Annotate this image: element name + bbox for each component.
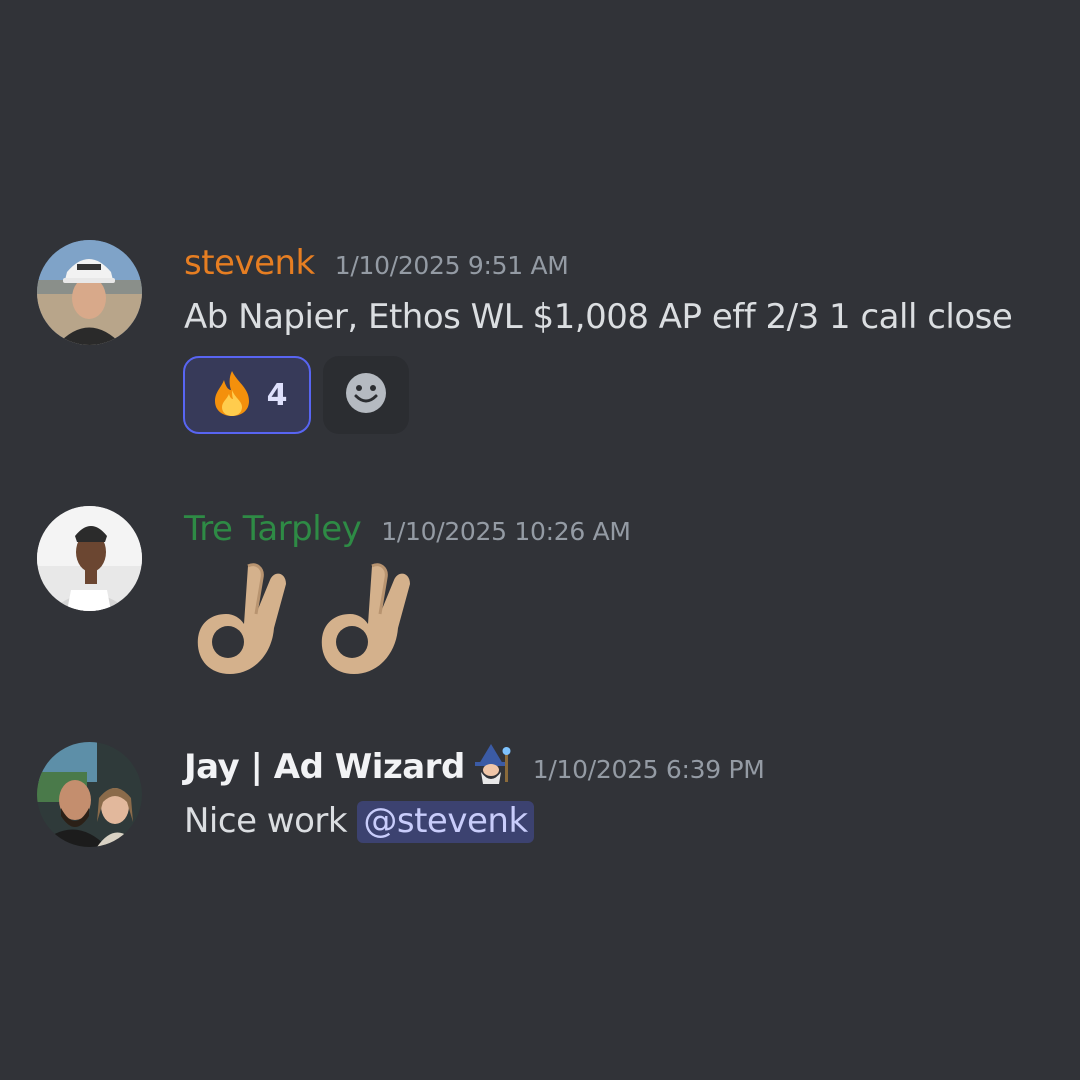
reaction-fire[interactable]: 4	[183, 356, 311, 434]
chat-messages: stevenk 1/10/2025 9:51 AM Ab Napier, Eth…	[0, 0, 1080, 1080]
username[interactable]: stevenk	[184, 240, 315, 286]
timestamp: 1/10/2025 6:39 PM	[532, 755, 765, 784]
avatar-stevenk[interactable]	[37, 240, 142, 345]
message-text: Nice work @stevenk	[184, 798, 534, 844]
jumbo-emoji-row	[190, 558, 426, 686]
avatar-tre-tarpley[interactable]	[37, 506, 142, 611]
username[interactable]: Jay | Ad Wizard	[184, 744, 465, 790]
add-reaction-button[interactable]	[323, 356, 409, 434]
user-mention[interactable]: @stevenk	[357, 801, 534, 843]
timestamp: 1/10/2025 10:26 AM	[381, 517, 631, 546]
message-text: Ab Napier, Ethos WL $1,008 AP eff 2/3 1 …	[184, 297, 1013, 337]
fire-emoji-icon	[207, 368, 257, 422]
ok-hand-emoji-icon	[190, 558, 302, 686]
message-text-prefix: Nice work	[184, 801, 358, 841]
mage-emoji-icon	[469, 742, 513, 784]
reactions-bar: 4	[183, 356, 409, 434]
timestamp: 1/10/2025 9:51 AM	[334, 251, 569, 280]
reaction-count: 4	[266, 377, 288, 413]
smiley-icon	[344, 371, 388, 419]
ok-hand-emoji-icon	[314, 558, 426, 686]
avatar-jay-ad-wizard[interactable]	[37, 742, 142, 847]
username[interactable]: Tre Tarpley	[184, 506, 362, 552]
